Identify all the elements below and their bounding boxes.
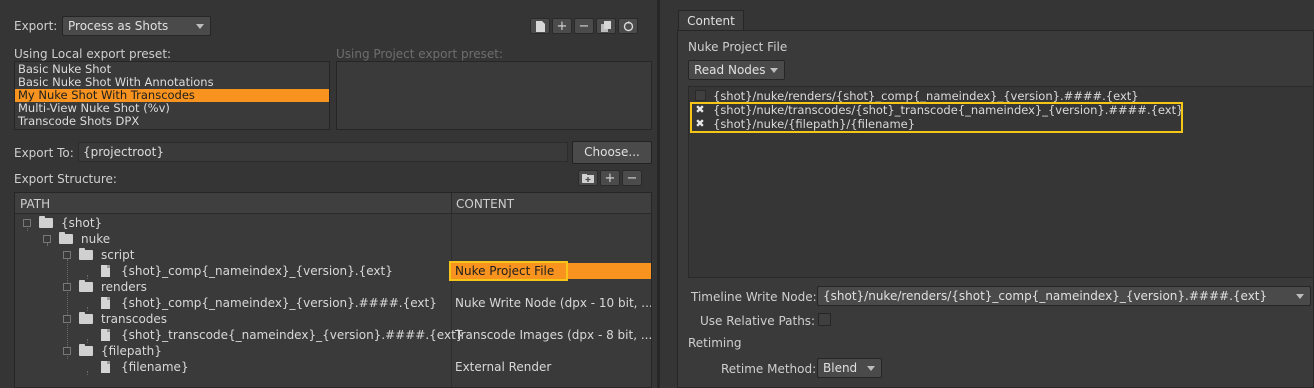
collapse-icon[interactable] xyxy=(63,251,71,259)
tree-row[interactable]: {filename} External Render xyxy=(15,359,651,375)
retime-method-value: Blend xyxy=(823,361,858,375)
reset-icon[interactable] xyxy=(618,18,638,34)
collapse-icon[interactable] xyxy=(63,347,71,355)
copy-icon[interactable] xyxy=(596,18,616,34)
read-path-text: {shot}/nuke/renders/{shot}_comp{_nameind… xyxy=(713,89,1139,103)
project-preset-list[interactable] xyxy=(336,61,652,130)
retiming-label: Retiming xyxy=(688,336,742,350)
tree-item-name: transcodes xyxy=(101,312,168,326)
file-icon xyxy=(101,265,110,277)
tree-item-content: Nuke Project File xyxy=(455,264,555,278)
tree-row[interactable]: {shot} xyxy=(15,215,651,231)
folder-icon xyxy=(59,232,73,244)
tree-item-content[interactable]: Transcode Images (dpx - 8 bit, ... xyxy=(455,327,651,343)
project-preset-label: Using Project export preset: xyxy=(336,47,504,61)
folder-icon xyxy=(79,280,93,292)
read-nodes-dropdown[interactable]: Read Nodes xyxy=(688,60,785,80)
timeline-write-label: Timeline Write Node: xyxy=(691,290,817,304)
read-path-row[interactable]: {shot}/nuke/renders/{shot}_comp{_nameind… xyxy=(694,89,1139,103)
chevron-down-icon xyxy=(770,68,778,73)
tree-item-content[interactable]: External Render xyxy=(455,359,551,375)
chevron-down-icon xyxy=(867,366,875,371)
tree-row[interactable]: {shot}_comp{_nameindex}_{version}.{ext} … xyxy=(15,261,651,281)
folder-icon xyxy=(79,344,93,356)
collapse-icon[interactable] xyxy=(23,219,31,227)
export-dropdown[interactable]: Process as Shots xyxy=(62,16,211,36)
collapse-icon[interactable] xyxy=(63,283,71,291)
panel-splitter[interactable] xyxy=(657,0,660,388)
tree-item-name: {shot}_comp{_nameindex}_{version}.{ext} xyxy=(121,264,393,278)
chevron-down-icon xyxy=(1296,294,1304,299)
local-preset-label: Using Local export preset: xyxy=(14,47,172,61)
tree-row[interactable]: {filepath} xyxy=(15,343,651,359)
tree-item-name: renders xyxy=(101,280,147,294)
retime-method-dropdown[interactable]: Blend xyxy=(817,358,882,378)
tree-row[interactable]: {shot}_comp{_nameindex}_{version}.####.{… xyxy=(15,295,651,311)
add-icon[interactable]: + xyxy=(552,18,572,34)
export-to-label: Export To: xyxy=(14,146,74,160)
add-folder-icon[interactable] xyxy=(578,170,598,186)
tree-item-name: {filename} xyxy=(121,360,189,374)
relative-paths-checkbox[interactable] xyxy=(818,313,831,326)
new-preset-icon[interactable] xyxy=(530,18,550,34)
collapse-icon[interactable] xyxy=(43,235,51,243)
tab-content[interactable]: Content xyxy=(678,10,744,31)
highlight-box xyxy=(690,102,1183,133)
choose-button[interactable]: Choose... xyxy=(572,141,652,164)
preset-toolbar: + − xyxy=(530,18,638,34)
read-nodes-label: Read Nodes xyxy=(694,63,766,77)
tree-row[interactable]: transcodes xyxy=(15,311,651,327)
local-preset-list[interactable]: Basic Nuke Shot Basic Nuke Shot With Ann… xyxy=(14,61,330,130)
remove-icon[interactable]: − xyxy=(622,170,642,186)
tree-row[interactable]: nuke xyxy=(15,231,651,247)
tree-item-name: script xyxy=(101,248,135,262)
retime-method-label: Retime Method: xyxy=(721,362,817,376)
tree-row[interactable]: {shot}_transcode{_nameindex}_{version}.#… xyxy=(15,327,651,343)
tree-item-name: {shot}_comp{_nameindex}_{version}.####.{… xyxy=(121,296,437,310)
section-title: Nuke Project File xyxy=(688,40,788,54)
collapse-icon[interactable] xyxy=(63,315,71,323)
export-to-field[interactable]: {projectroot} xyxy=(78,142,568,162)
export-label: Export: xyxy=(14,19,58,33)
unchecked-box[interactable] xyxy=(695,90,706,101)
add-icon[interactable]: + xyxy=(600,170,620,186)
file-icon xyxy=(101,297,110,309)
structure-toolbar: + − xyxy=(578,170,642,186)
timeline-write-dropdown[interactable]: {shot}/nuke/renders/{shot}_comp{_nameind… xyxy=(817,286,1311,306)
tree-header: PATH CONTENT xyxy=(15,193,651,214)
file-icon xyxy=(101,361,110,373)
export-structure-label: Export Structure: xyxy=(14,172,117,186)
file-icon xyxy=(101,329,110,341)
tree-item-name: {filepath} xyxy=(101,344,162,358)
export-structure-tree[interactable]: PATH CONTENT {shot} nuke script {shot}_c… xyxy=(14,192,652,388)
tree-item-name: {shot}_transcode{_nameindex}_{version}.#… xyxy=(121,328,464,342)
chevron-down-icon xyxy=(196,24,204,29)
column-header-content[interactable]: CONTENT xyxy=(456,197,514,211)
export-dropdown-value: Process as Shots xyxy=(68,19,169,33)
read-paths-list[interactable]: {shot}/nuke/renders/{shot}_comp{_nameind… xyxy=(688,86,1314,278)
tree-row[interactable]: renders xyxy=(15,279,651,295)
column-header-path[interactable]: PATH xyxy=(20,197,50,211)
remove-icon[interactable]: − xyxy=(574,18,594,34)
relative-paths-label: Use Relative Paths: xyxy=(700,314,816,328)
timeline-write-value: {shot}/nuke/renders/{shot}_comp{_nameind… xyxy=(823,289,1268,303)
folder-icon xyxy=(39,216,53,228)
column-divider xyxy=(451,193,452,214)
tree-item-name: nuke xyxy=(81,232,111,246)
tree-item-name: {shot} xyxy=(61,216,103,230)
folder-icon xyxy=(79,312,93,324)
tree-item-content[interactable]: Nuke Write Node (dpx - 10 bit, ... xyxy=(455,295,651,311)
folder-icon xyxy=(79,248,93,260)
preset-item[interactable]: Transcode Shots DPX xyxy=(15,115,329,128)
